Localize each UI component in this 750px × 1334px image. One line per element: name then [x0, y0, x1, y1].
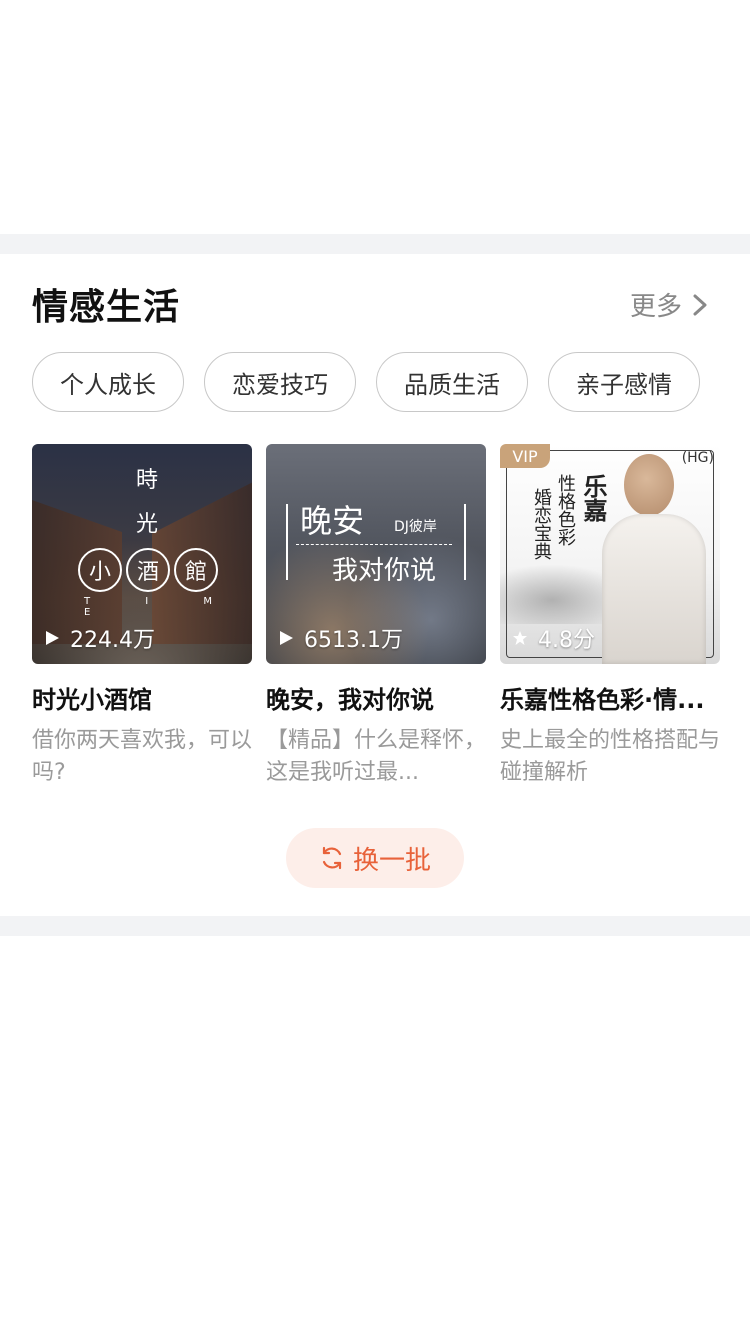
category-tags: 个人成长 恋爱技巧 品质生活 亲子感情: [32, 352, 700, 412]
bottom-blank-area: [0, 936, 750, 1334]
album-title[interactable]: 时光小酒馆: [32, 680, 252, 715]
star-icon: [513, 631, 527, 645]
cover-text: 婚恋宝典: [531, 488, 552, 560]
cover-circle-char: 小: [78, 548, 122, 592]
cover-text: 時: [136, 468, 159, 493]
section-divider-bottom: [0, 916, 750, 936]
album-description: 借你两天喜欢我，可以吗?: [32, 728, 252, 785]
tag-quality-life[interactable]: 品质生活: [376, 352, 528, 412]
album-cover[interactable]: 乐嘉 性格色彩 婚恋宝典 VIP (HG) 4.8分: [500, 444, 720, 664]
cover-text: 我对你说: [332, 556, 437, 586]
cover-person-head: [624, 454, 674, 516]
tag-parent-child[interactable]: 亲子感情: [548, 352, 700, 412]
cover-person: [594, 454, 712, 664]
refresh-batch-button[interactable]: 换一批: [286, 828, 464, 888]
top-blank-area: [0, 0, 750, 234]
album-card-1[interactable]: 時 光 小 酒 館 T I M E 224.4万 时光小酒馆 借你两天喜欢我，可…: [32, 444, 252, 789]
cover-text: 光: [136, 512, 159, 537]
album-title[interactable]: 晚安，我对你说: [266, 680, 486, 715]
headphone-logo-icon: (HG): [681, 450, 714, 466]
cover-circle-char: 館: [174, 548, 218, 592]
play-count: 224.4万: [44, 622, 155, 654]
album-cover[interactable]: 時 光 小 酒 館 T I M E 224.4万: [32, 444, 252, 664]
tag-love-skills[interactable]: 恋爱技巧: [204, 352, 356, 412]
album-cards: 時 光 小 酒 館 T I M E 224.4万 时光小酒馆 借你两天喜欢我，可…: [32, 444, 720, 789]
section-divider-top: [0, 234, 750, 254]
cover-text: 性格色彩: [555, 474, 576, 546]
refresh-label: 换一批: [352, 845, 431, 876]
emotion-life-section: 情感生活 更多 个人成长 恋爱技巧 品质生活 亲子感情 時 光 小 酒 館 T …: [0, 254, 750, 916]
refresh-icon: [322, 846, 342, 870]
album-title[interactable]: 乐嘉性格色彩·情...: [500, 680, 720, 715]
cover-divider: [296, 544, 452, 545]
cover-person-body: [602, 514, 706, 664]
cover-author: DJ彼岸: [394, 519, 437, 535]
play-count-value: 224.4万: [70, 628, 155, 653]
vip-badge: VIP: [500, 444, 550, 468]
cover-circle-group: 小 酒 館: [78, 548, 218, 592]
album-cover[interactable]: 晚安 DJ彼岸 我对你说 6513.1万: [266, 444, 486, 664]
play-icon: [46, 631, 59, 645]
more-label: 更多: [629, 292, 682, 322]
album-description: 【精品】什么是释怀，这是我听过最...: [266, 728, 486, 785]
tag-personal-growth[interactable]: 个人成长: [32, 352, 184, 412]
cover-text: 乐嘉: [579, 474, 608, 522]
play-count-value: 6513.1万: [304, 628, 403, 653]
section-title: 情感生活: [32, 287, 181, 328]
album-card-2[interactable]: 晚安 DJ彼岸 我对你说 6513.1万 晚安，我对你说 【精品】什么是释怀，这…: [266, 444, 486, 789]
album-card-3[interactable]: 乐嘉 性格色彩 婚恋宝典 VIP (HG) 4.8分 乐嘉性格色彩·情... 史…: [500, 444, 720, 789]
cover-subtitle: T I M E: [84, 596, 239, 618]
rating: 4.8分: [512, 622, 595, 654]
play-count: 6513.1万: [278, 622, 403, 654]
cover-text: 晚安: [300, 502, 365, 540]
cover-circle-char: 酒: [126, 548, 170, 592]
rating-value: 4.8分: [538, 628, 595, 653]
more-link[interactable]: 更多: [630, 286, 710, 323]
play-icon: [280, 631, 293, 645]
chevron-right-icon: [693, 294, 707, 315]
album-description: 史上最全的性格搭配与碰撞解析: [500, 728, 720, 785]
